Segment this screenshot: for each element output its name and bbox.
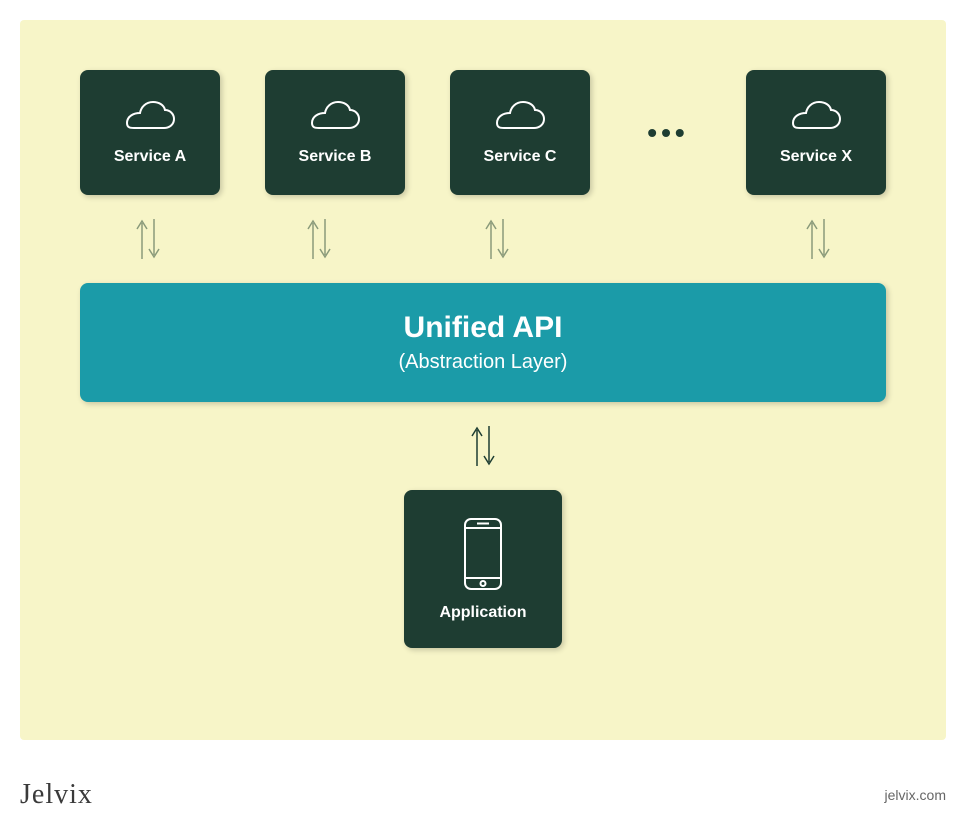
service-c-label: Service C [484,148,557,166]
bidir-arrow-icon [479,215,515,263]
bidir-arrow-icon [800,215,836,263]
footer: Jelvix jelvix.com [20,779,946,811]
service-a-label: Service A [114,148,186,166]
api-subtitle: (Abstraction Layer) [100,351,866,374]
application-label: Application [439,604,526,622]
service-b-box: Service B [265,70,405,195]
service-b-label: Service B [299,148,372,166]
bidir-arrow-icon [130,215,166,263]
cloud-icon [124,100,176,136]
service-x-label: Service X [780,148,852,166]
services-row: Service A Service B Service C ••• Servic… [80,70,886,195]
cloud-icon [309,100,361,136]
service-x-box: Service X [746,70,886,195]
center-arrow-container [80,422,886,470]
services-ellipsis: ••• [647,117,688,149]
brand-logo: Jelvix [20,779,93,811]
cloud-icon [494,100,546,136]
unified-api-box: Unified API (Abstraction Layer) [80,283,886,402]
service-arrows-row [80,215,886,263]
website-text: jelvix.com [885,787,946,803]
service-c-box: Service C [450,70,590,195]
services-group-left: Service A Service B Service C [80,70,590,195]
cloud-icon [790,100,842,136]
bidir-arrow-icon [465,422,501,470]
diagram-container: Service A Service B Service C ••• Servic… [20,20,946,740]
phone-icon [459,516,507,592]
service-a-box: Service A [80,70,220,195]
application-box: Application [404,490,562,648]
application-container: Application [80,490,886,648]
bidir-arrow-icon [301,215,337,263]
api-title: Unified API [100,311,866,345]
